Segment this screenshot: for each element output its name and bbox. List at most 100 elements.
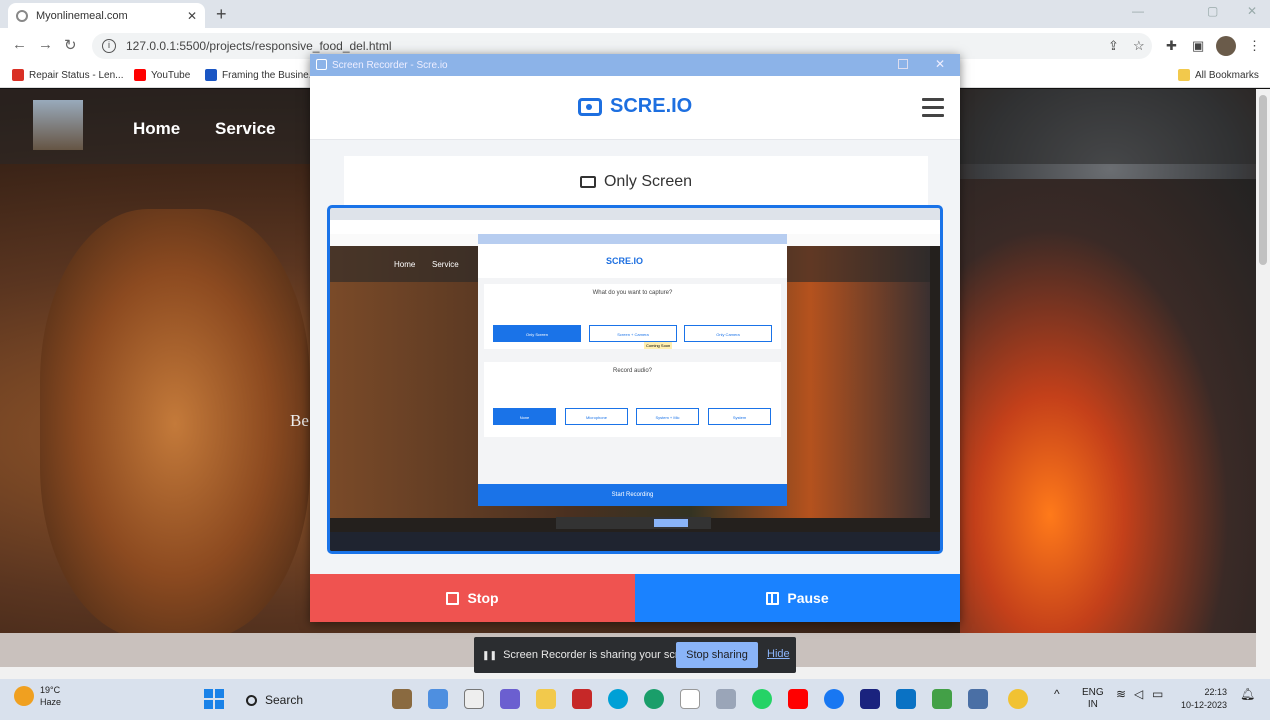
recorder-title-bar: Screen Recorder - Scre.io ✕	[310, 54, 960, 76]
tray-chevron-icon[interactable]: ^	[1054, 687, 1060, 701]
preview-audio-none: None	[493, 408, 556, 425]
pause-button[interactable]: Pause	[635, 574, 960, 622]
preview-share-bar	[556, 517, 711, 529]
app-red-icon[interactable]	[572, 689, 592, 709]
vscode-icon[interactable]	[896, 689, 916, 709]
app-green-icon[interactable]	[932, 689, 952, 709]
weather-condition: Haze	[40, 697, 62, 707]
bookmark-framing[interactable]: Framing the Busine...	[205, 69, 317, 81]
stop-sharing-button[interactable]: Stop sharing	[676, 642, 758, 668]
browser-tab[interactable]: Myonlinemeal.com ✕	[8, 3, 205, 28]
stop-icon	[446, 591, 460, 605]
notification-icon[interactable]: 🔔︎	[1240, 687, 1255, 701]
youtube-taskbar-icon[interactable]	[788, 689, 808, 709]
back-icon[interactable]: ←	[12, 36, 27, 53]
reload-icon[interactable]: ↻	[64, 36, 77, 54]
volume-icon[interactable]: ◁	[1134, 687, 1143, 701]
weather-widget[interactable]: 19°C Haze	[14, 684, 61, 708]
capture-mode-label: Only Screen	[344, 156, 928, 208]
browser-tab-bar: Myonlinemeal.com ✕ + — ▢ ✕	[0, 0, 1270, 28]
minimize-icon[interactable]: —	[1132, 4, 1144, 18]
preview-audio-mic: Microphone	[565, 408, 628, 425]
close-window-icon[interactable]: ✕	[1247, 4, 1257, 18]
clock[interactable]: 22:13 10-12-2023	[1181, 686, 1227, 712]
share-message: Screen Recorder is sharing your screen.	[503, 649, 700, 661]
bookmark-youtube[interactable]: YouTube	[134, 69, 190, 81]
lenovo-icon	[12, 69, 24, 81]
file-explorer-icon[interactable]	[536, 689, 556, 709]
diamond-icon	[205, 69, 217, 81]
stop-label: Stop	[467, 590, 499, 606]
preview-dialog-title	[478, 234, 787, 244]
preview-brand: SCRE.IO	[606, 256, 644, 266]
globe-icon	[16, 9, 28, 22]
edge-icon[interactable]	[644, 689, 664, 709]
windows-start-icon[interactable]	[204, 689, 224, 709]
close-icon[interactable]: ✕	[935, 57, 945, 71]
battery-icon[interactable]: ▭	[1152, 687, 1163, 701]
new-tab-button[interactable]: +	[216, 4, 227, 25]
pause-label: Pause	[787, 590, 829, 606]
preview-start-recording: Start Recording	[478, 484, 787, 506]
brand-name: SCRE.IO	[610, 95, 693, 117]
maximize-icon[interactable]: ▢	[1207, 4, 1218, 18]
preview-capture-question: What do you want to capture?	[592, 290, 673, 296]
info-icon[interactable]: i	[102, 39, 116, 53]
vertical-scrollbar[interactable]	[1256, 89, 1270, 667]
preview-taskbar	[330, 532, 940, 551]
preview-tooltip: Coming Soon	[644, 342, 673, 349]
chrome-icon[interactable]	[1008, 689, 1028, 709]
widget-image-icon[interactable]	[392, 689, 412, 709]
all-bookmarks[interactable]: All Bookmarks	[1178, 69, 1259, 81]
hamburger-menu-icon[interactable]	[922, 98, 944, 122]
profile-avatar[interactable]	[1216, 36, 1236, 56]
nav-service[interactable]: Service	[215, 119, 276, 139]
preview-audio-system: System	[708, 408, 771, 425]
preview-audio-system-mic: System + Mic	[636, 408, 699, 425]
close-tab-icon[interactable]: ✕	[187, 9, 197, 23]
site-logo[interactable]	[33, 100, 83, 150]
wifi-icon[interactable]: ≋	[1116, 687, 1126, 701]
monitor-icon	[579, 176, 596, 188]
stop-button[interactable]: Stop	[310, 574, 635, 622]
menu-icon[interactable]: ⋮	[1248, 38, 1261, 54]
language-indicator[interactable]: ENG IN	[1082, 687, 1104, 711]
preview-recorder-dialog: SCRE.IO What do you want to capture? Onl…	[478, 234, 787, 506]
recorder-app-icon	[316, 59, 327, 70]
recorder-header: SCRE.IO	[310, 76, 960, 140]
whatsapp-icon[interactable]	[752, 689, 772, 709]
star-icon[interactable]: ☆	[1133, 38, 1145, 54]
camera-icon	[578, 97, 602, 116]
hero-text: Be	[290, 411, 309, 430]
preview-nav-home: Home	[394, 260, 416, 269]
scroll-thumb[interactable]	[1259, 95, 1267, 265]
pause-share-icon: ❚❚	[482, 649, 498, 660]
fire-image	[960, 179, 1256, 659]
facebook-icon[interactable]	[824, 689, 844, 709]
extensions-icon[interactable]: ✚	[1166, 38, 1177, 54]
sidepanel-icon[interactable]: ▣	[1192, 38, 1204, 54]
bookmark-repair-status[interactable]: Repair Status - Len...	[12, 69, 124, 81]
mail-icon[interactable]	[716, 689, 736, 709]
share-icon[interactable]: ⇪	[1108, 38, 1119, 54]
store-icon[interactable]	[680, 689, 700, 709]
recorder-window-title: Screen Recorder - Scre.io	[332, 59, 448, 71]
hide-link[interactable]: Hide	[767, 648, 790, 660]
maximize-icon[interactable]	[898, 59, 908, 69]
url-text: 127.0.0.1:5500/projects/responsive_food_…	[126, 39, 392, 53]
teams-icon[interactable]	[500, 689, 520, 709]
forward-icon[interactable]: →	[38, 36, 53, 53]
preview-only-screen-button: Only Screen	[493, 325, 581, 342]
search-icon	[246, 694, 257, 706]
preview-audio-question: Record audio?	[612, 368, 653, 374]
nav-home[interactable]: Home	[133, 119, 180, 139]
taskbar-search[interactable]: Search	[240, 687, 380, 713]
copilot-icon[interactable]	[428, 689, 448, 709]
tab-title: Myonlinemeal.com	[36, 9, 128, 22]
screen-recorder-window: Screen Recorder - Scre.io ✕ SCRE.IO Only…	[310, 54, 960, 622]
snipping-tool-icon[interactable]	[968, 689, 988, 709]
task-view-icon[interactable]	[464, 689, 484, 709]
capture-mode-text: Only Screen	[603, 173, 693, 190]
lenovo-app-icon[interactable]	[860, 689, 880, 709]
cortana-icon[interactable]	[608, 689, 628, 709]
